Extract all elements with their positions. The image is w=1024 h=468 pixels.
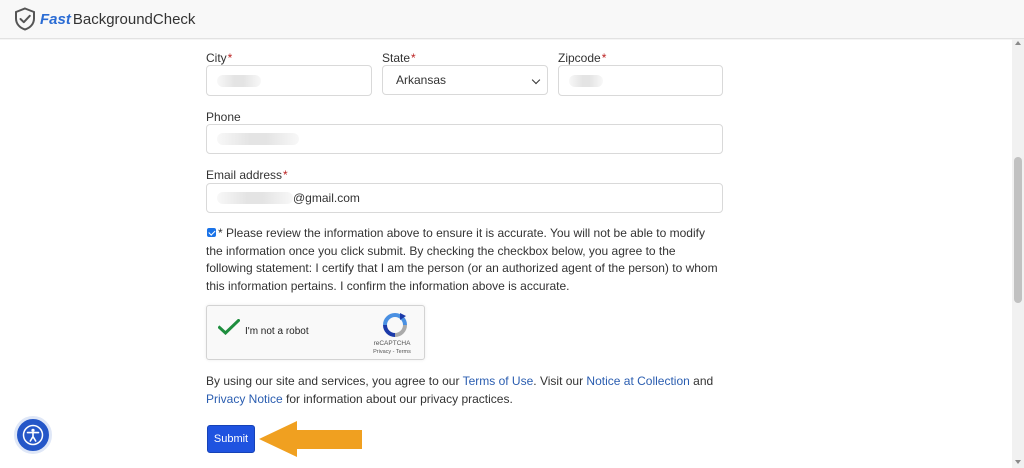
terms-of-use-link[interactable]: Terms of Use xyxy=(463,374,534,388)
recaptcha-label: I'm not a robot xyxy=(245,326,309,337)
zipcode-field[interactable] xyxy=(558,65,723,96)
recaptcha-logo-icon xyxy=(383,313,407,337)
accessibility-icon xyxy=(22,424,44,446)
logo-fast-text: Fast xyxy=(40,10,71,28)
state-select[interactable]: Arkansas xyxy=(382,65,548,95)
page-scrollbar[interactable] xyxy=(1012,39,1024,468)
recaptcha-privacy-terms[interactable]: Privacy - Terms xyxy=(370,349,414,355)
email-domain-text: @gmail.com xyxy=(293,191,360,205)
submit-button[interactable]: Submit xyxy=(207,425,255,453)
logo-brand-text: BackgroundCheck xyxy=(72,10,196,28)
privacy-notice-link[interactable]: Privacy Notice xyxy=(206,392,283,406)
zipcode-label: Zipcode* xyxy=(558,51,607,65)
scroll-down-icon[interactable] xyxy=(1015,460,1021,464)
confirmation-disclaimer: * Please review the information above to… xyxy=(206,226,718,293)
recaptcha-widget[interactable]: I'm not a robot reCAPTCHA Privacy - Term… xyxy=(206,305,425,360)
redacted-value xyxy=(217,74,261,87)
checkmark-icon[interactable] xyxy=(218,319,240,335)
city-field[interactable] xyxy=(206,65,372,96)
email-label: Email address* xyxy=(206,168,288,182)
state-select-value: Arkansas xyxy=(396,73,447,87)
policy-notice: By using our site and services, you agre… xyxy=(206,374,714,406)
state-label: State* xyxy=(382,51,416,65)
notice-at-collection-link[interactable]: Notice at Collection xyxy=(586,374,689,388)
redacted-value xyxy=(217,133,299,145)
chevron-down-icon xyxy=(531,75,541,85)
redacted-value xyxy=(217,192,293,204)
phone-field[interactable] xyxy=(206,124,723,154)
scroll-up-icon[interactable] xyxy=(1015,41,1021,45)
shield-check-icon xyxy=(15,7,35,31)
scrollbar-thumb[interactable] xyxy=(1014,157,1022,303)
arrow-pointer-icon xyxy=(259,421,362,457)
site-logo[interactable]: Fast BackgroundCheck xyxy=(14,7,195,31)
redacted-value xyxy=(569,74,603,87)
email-field[interactable]: @gmail.com xyxy=(206,183,723,213)
accessibility-button[interactable] xyxy=(14,416,52,454)
phone-label: Phone xyxy=(206,110,241,124)
recaptcha-brand: reCAPTCHA xyxy=(373,340,411,347)
site-header: Fast BackgroundCheck xyxy=(0,0,1024,39)
city-label: City* xyxy=(206,51,233,65)
